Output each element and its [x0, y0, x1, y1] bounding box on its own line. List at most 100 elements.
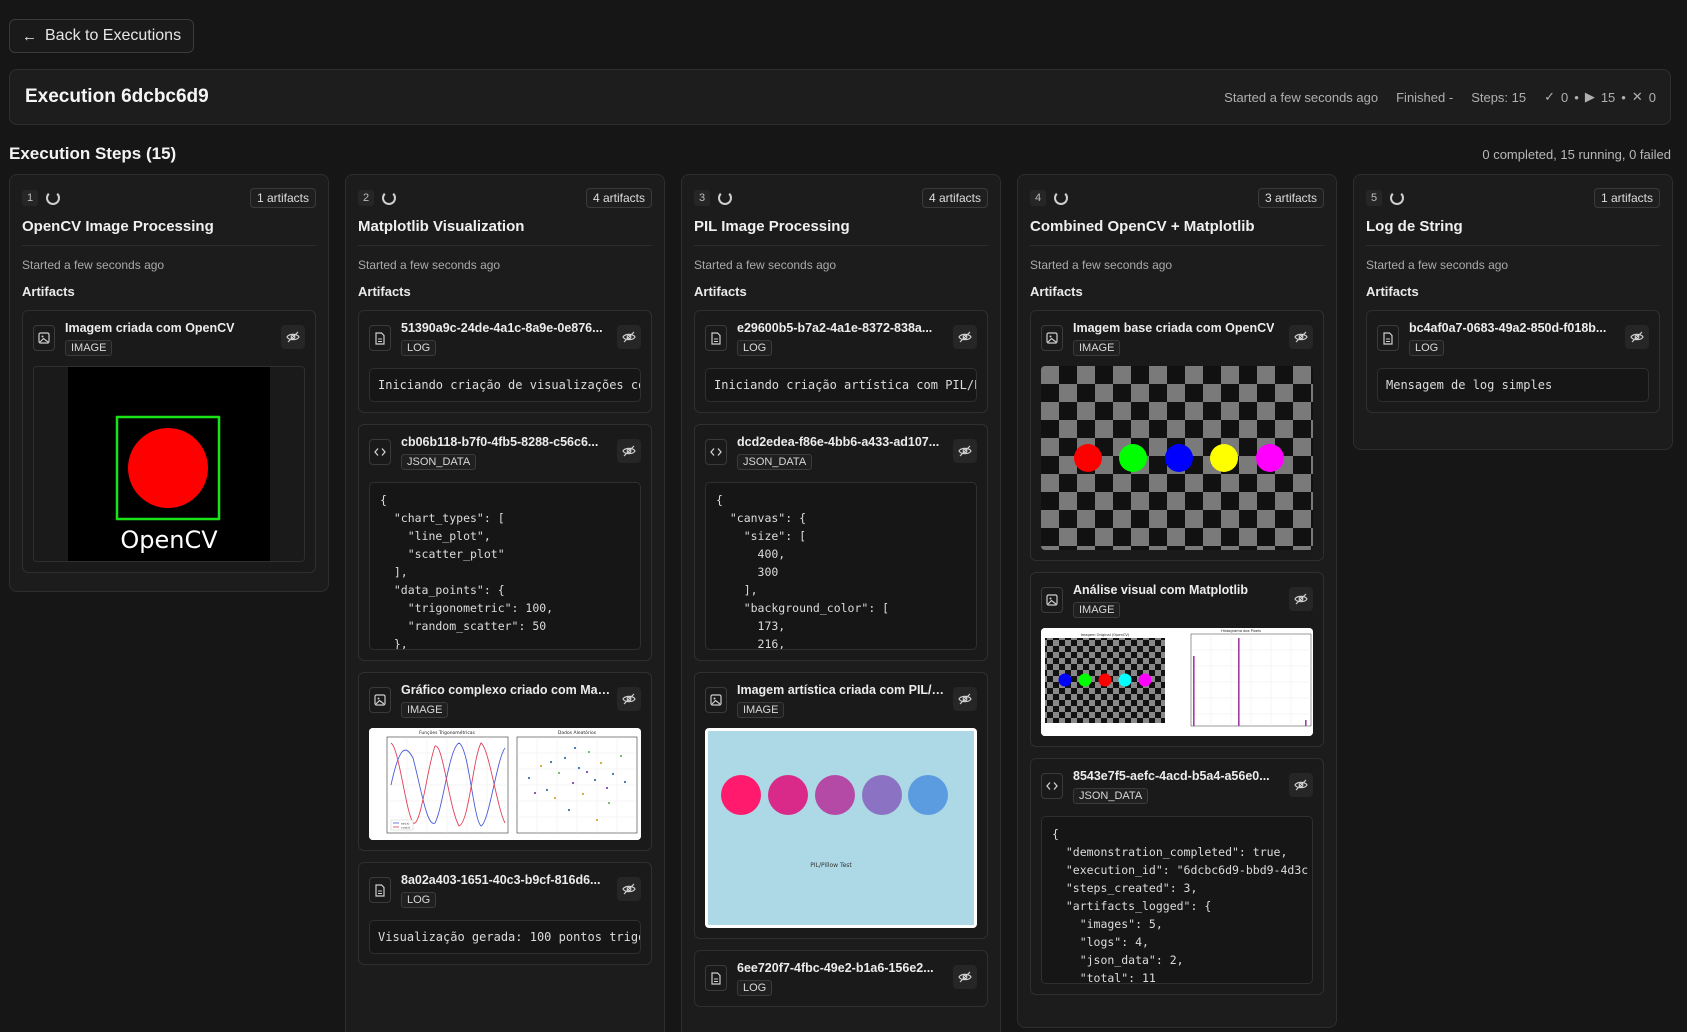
step-name: Matplotlib Visualization — [358, 218, 652, 246]
hide-artifact-button[interactable] — [617, 325, 641, 349]
eye-off-icon — [958, 971, 972, 983]
legend-cos: cos(x) — [401, 826, 410, 830]
json-content: { "demonstration_completed": true, "exec… — [1041, 816, 1313, 984]
artifact-title: Gráfico complexo criado com Matp... — [401, 683, 611, 697]
artifact-image-pil[interactable]: PIL/Pillow Test — [705, 728, 977, 928]
artifact-title: Imagem artística criada com PIL/Pil... — [737, 683, 947, 697]
execution-meta: Started a few seconds ago Finished - Ste… — [1224, 89, 1656, 105]
artifact-image-matplotlib[interactable]: Funções Trigonométricas Dados Aleatórios… — [369, 728, 641, 840]
artifact-title: Imagem criada com OpenCV — [65, 321, 235, 335]
check-icon: ✓ — [1544, 89, 1556, 104]
step-name: Log de String — [1366, 218, 1660, 246]
hide-artifact-button[interactable] — [617, 877, 641, 901]
hide-artifact-button[interactable] — [953, 325, 977, 349]
steps-count: Steps: 15 — [1471, 89, 1527, 105]
plot-title-right: Dados Aleatórios — [558, 729, 597, 736]
hide-artifact-button[interactable] — [953, 439, 977, 463]
finished-text: Finished - — [1396, 89, 1454, 105]
hide-artifact-button[interactable] — [281, 325, 305, 349]
image-icon — [369, 687, 391, 713]
artifact-title: e29600b5-b7a2-4a1e-8372-838a... — [737, 321, 933, 335]
artifacts-label: Artifacts — [358, 284, 411, 299]
artifacts-count-badge: 1 artifacts — [1593, 188, 1660, 208]
plot-title-left: Funções Trigonométricas — [419, 729, 475, 736]
eye-off-icon — [622, 331, 636, 343]
artifacts-count-badge: 4 artifacts — [921, 188, 988, 208]
eye-off-icon — [958, 331, 972, 343]
artifacts-label: Artifacts — [22, 284, 75, 299]
artifact-type-badge: IMAGE — [737, 702, 785, 718]
file-text-icon — [705, 325, 727, 351]
artifact-image-analysis[interactable]: Imagem Original (OpenCV) Histograma dos … — [1041, 628, 1313, 736]
step-name: OpenCV Image Processing — [22, 218, 316, 246]
artifacts-count-badge: 3 artifacts — [1257, 188, 1324, 208]
step-number: 1 — [22, 190, 39, 206]
step-column-1: 1 1 artifacts OpenCV Image Processing St… — [9, 174, 329, 592]
artifact-card: 51390a9c-24de-4a1c-8a9e-0e876... LOG Ini… — [358, 310, 652, 413]
artifact-type-badge: IMAGE — [1073, 340, 1121, 356]
execution-title: Execution 6dcbc6d9 — [25, 86, 209, 107]
log-content: Iniciando criação de visualizações co — [369, 368, 641, 402]
artifact-type-badge: LOG — [737, 340, 773, 356]
eye-off-icon — [958, 693, 972, 705]
spinner-icon — [46, 191, 61, 205]
pil-image-text: PIL/Pillow Test — [810, 862, 852, 869]
artifact-type-badge: LOG — [1409, 340, 1445, 356]
artifact-title: 8a02a403-1651-40c3-b9cf-816d6... — [401, 873, 601, 887]
artifact-title: 8543e7f5-aefc-4acd-b5a4-a56e0... — [1073, 769, 1270, 783]
step-started: Started a few seconds ago — [694, 258, 837, 272]
opencv-image-text: OpenCV — [120, 526, 218, 554]
artifact-image-opencv[interactable]: OpenCV — [33, 366, 305, 562]
hide-artifact-button[interactable] — [1625, 325, 1649, 349]
artifact-card: dcd2edea-f86e-4bb6-a433-ad107... JSON_DA… — [694, 424, 988, 661]
step-number: 3 — [694, 190, 711, 206]
step-started: Started a few seconds ago — [358, 258, 501, 272]
artifact-card: Imagem criada com OpenCV IMAGE OpenCV — [22, 310, 316, 573]
artifact-title: Análise visual com Matplotlib — [1073, 583, 1249, 597]
spinner-icon — [1390, 191, 1405, 205]
hide-artifact-button[interactable] — [953, 687, 977, 711]
hide-artifact-button[interactable] — [1289, 587, 1313, 611]
step-number: 5 — [1366, 190, 1383, 206]
step-column-2: 2 4 artifacts Matplotlib Visualization S… — [345, 174, 665, 1032]
artifact-card: 8a02a403-1651-40c3-b9cf-816d6... LOG Vis… — [358, 862, 652, 965]
eye-off-icon — [622, 445, 636, 457]
analysis-title-right: Histograma dos Pixels — [1221, 629, 1261, 633]
log-content: Iniciando criação artística com PIL/P — [705, 368, 977, 402]
step-number: 4 — [1030, 190, 1047, 206]
file-text-icon — [369, 325, 391, 351]
artifact-type-badge: IMAGE — [401, 702, 449, 718]
artifact-title: Imagem base criada com OpenCV — [1073, 321, 1275, 335]
artifact-card: Análise visual com Matplotlib IMAGE Imag… — [1030, 572, 1324, 747]
artifact-type-badge: JSON_DATA — [737, 454, 813, 470]
back-to-executions-button[interactable]: ← Back to Executions — [9, 19, 195, 53]
artifact-type-badge: IMAGE — [1073, 602, 1121, 618]
back-button-label: Back to Executions — [45, 27, 182, 44]
completed-count: 0 — [1561, 89, 1569, 105]
image-icon — [33, 325, 55, 351]
step-started: Started a few seconds ago — [22, 258, 165, 272]
artifact-image-checkerboard[interactable] — [1041, 366, 1313, 550]
artifact-type-badge: LOG — [401, 340, 437, 356]
artifact-card: Gráfico complexo criado com Matp... IMAG… — [358, 672, 652, 851]
artifacts-label: Artifacts — [694, 284, 747, 299]
artifacts-count-badge: 4 artifacts — [585, 188, 652, 208]
eye-off-icon — [286, 331, 300, 343]
hide-artifact-button[interactable] — [617, 687, 641, 711]
artifact-title: cb06b118-b7f0-4fb5-8288-c56c6... — [401, 435, 599, 449]
hide-artifact-button[interactable] — [953, 965, 977, 989]
hide-artifact-button[interactable] — [617, 439, 641, 463]
json-content: { "canvas": { "size": [ 400, 300 ], "bac… — [705, 482, 977, 650]
eye-off-icon — [1630, 331, 1644, 343]
eye-off-icon — [1294, 331, 1308, 343]
execution-header: Execution 6dcbc6d9 Started a few seconds… — [9, 69, 1671, 125]
code-icon — [705, 439, 727, 465]
play-icon: ▶ — [1584, 89, 1595, 104]
step-column-4: 4 3 artifacts Combined OpenCV + Matplotl… — [1017, 174, 1337, 1028]
eye-off-icon — [622, 693, 636, 705]
artifact-card: bc4af0a7-0683-49a2-850d-f018b... LOG Men… — [1366, 310, 1660, 413]
hide-artifact-button[interactable] — [1289, 325, 1313, 349]
hide-artifact-button[interactable] — [1289, 773, 1313, 797]
artifact-card: Imagem artística criada com PIL/Pil... I… — [694, 672, 988, 939]
failed-count: 0 — [1648, 89, 1656, 105]
